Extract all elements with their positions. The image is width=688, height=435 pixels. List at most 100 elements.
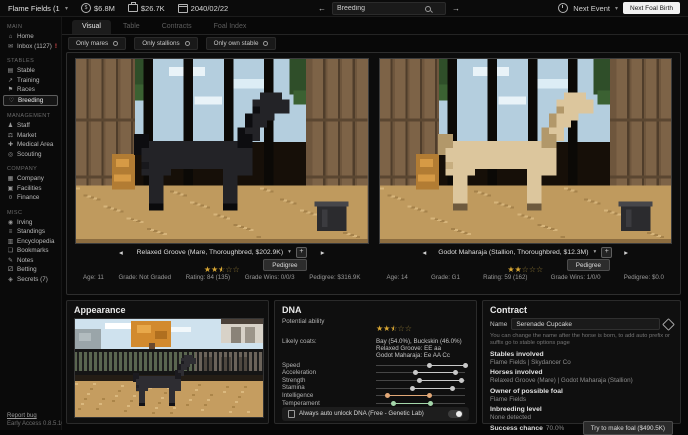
sidebar-item-label: Company [17, 175, 44, 182]
chevron-down-icon[interactable]: ▾ [615, 5, 618, 12]
foal-name-field[interactable] [511, 318, 660, 330]
randomize-name-icon[interactable] [662, 318, 675, 331]
tab-foal-index[interactable]: Foal Index [204, 20, 257, 34]
breeding-icon: ♡ [8, 97, 15, 104]
dna-slider-dot [413, 370, 418, 375]
sidebar-item-facilities[interactable]: ▣Facilities [0, 184, 61, 194]
dna-slider-dot [427, 393, 432, 398]
dna-slider-dot [427, 363, 432, 368]
horse-select-chevron[interactable]: ▾ [288, 249, 291, 255]
sidebar-item-bookmarks[interactable]: ❏Bookmarks [0, 246, 61, 256]
coin-icon: $ [81, 3, 91, 13]
horse-stats-row: Age: 14Grade: G1Rating: 59 (162)Grade Wi… [379, 274, 673, 281]
forward-icon[interactable]: → [452, 4, 460, 13]
encyclopedia-icon: ▥ [7, 238, 14, 245]
sidebar-item-label: Notes [17, 257, 33, 264]
horse-select-chevron[interactable]: ▾ [593, 249, 596, 255]
horse-stat: Age: 11 [83, 274, 104, 281]
horse-name: Relaxed Groove (Mare, Thoroughbred, $202… [137, 249, 283, 256]
sidebar: MAIN⌂Home✉Inbox (1127)!STABLES▤Stable↗Tr… [0, 17, 62, 430]
sidebar-item-notes[interactable]: ✎Notes [0, 256, 61, 266]
add-horse-button[interactable]: + [601, 247, 612, 258]
next-event-label[interactable]: Next Event [573, 4, 610, 13]
sidebar-item-scouting[interactable]: ◎Scouting [0, 150, 61, 160]
sidebar-item-races[interactable]: ⚑Races [0, 85, 61, 95]
sidebar-item-standings[interactable]: ≡Standings [0, 227, 61, 237]
sidebar-item-medical-area[interactable]: ✚Medical Area [0, 140, 61, 150]
horse-stats-row: Age: 11Grade: Not GradedRating: 84 (135)… [75, 274, 369, 281]
sidebar-item-label: Secrets (7) [17, 276, 48, 283]
toggle-switch[interactable] [448, 410, 463, 418]
filter-toggle-icon [263, 41, 268, 46]
sidebar-item-secrets-7[interactable]: ◈Secrets (7) [0, 275, 61, 285]
topbar-left: Flame Fields (1... ▾ $ $6.8M $26.7K 2040… [8, 3, 228, 13]
sidebar-item-staff[interactable]: ♟Staff [0, 121, 61, 131]
foal-name-input[interactable] [516, 321, 655, 328]
likely-coats-label: Likely coats: [282, 338, 376, 345]
stable-name[interactable]: Flame Fields (1... [8, 4, 60, 13]
potential-ability-stars: ★★☆★☆☆ [376, 318, 469, 336]
filter-chip-only-stallions[interactable]: Only stallions [134, 37, 197, 50]
scouting-icon: ◎ [7, 151, 14, 158]
contract-heading-stables-involved: Stables involved [490, 351, 673, 358]
dna-slider-label: Temperament [282, 400, 376, 407]
back-icon[interactable]: ← [318, 4, 326, 13]
stallion-card: ◂Godot Maharaja (Stallion, Thoroughbred,… [379, 58, 673, 289]
dna-slider-track [376, 361, 469, 369]
prev-horse-arrow[interactable]: ◂ [119, 248, 123, 257]
next-horse-arrow[interactable]: ▸ [321, 248, 325, 257]
dna-slider-intelligence: Intelligence [282, 392, 469, 400]
staff-icon: ♟ [7, 122, 14, 129]
sidebar-item-label: Finance [17, 194, 39, 201]
sidebar-item-training[interactable]: ↗Training [0, 76, 61, 86]
sidebar-item-encyclopedia[interactable]: ▥Encyclopedia [0, 237, 61, 247]
calendar-icon [178, 4, 188, 13]
bottom-row: Appearance DNA Potential ability ★★☆★☆☆ … [66, 300, 681, 424]
dna-title: DNA [282, 305, 469, 315]
races-icon: ⚑ [7, 86, 14, 93]
foal-name-label: Name [490, 321, 507, 328]
sidebar-item-label: Market [17, 132, 36, 139]
contract-value: None detected [490, 414, 673, 421]
report-bug-link[interactable]: Report bug [7, 413, 65, 419]
sidebar-footer: Report bug Early Access 0.8.5.10 [7, 413, 65, 427]
make-foal-button[interactable]: Try to make foal ($490.5K) [583, 421, 673, 435]
money-secondary: $26.7K [128, 4, 165, 13]
star-icon: ☆ [529, 265, 536, 274]
sidebar-item-company[interactable]: ▦Company [0, 174, 61, 184]
filter-chip-only-own-stable[interactable]: Only own stable [206, 37, 277, 50]
pedigree-button[interactable]: Pedigree [263, 259, 306, 271]
search-box[interactable] [332, 2, 446, 15]
sidebar-item-market[interactable]: ⚖Market [0, 131, 61, 141]
foal-preview-image [74, 318, 264, 418]
pedigree-button[interactable]: Pedigree [567, 259, 610, 271]
medical-icon: ✚ [7, 141, 14, 148]
horse-stat: Age: 14 [387, 274, 408, 281]
sidebar-item-home[interactable]: ⌂Home [0, 32, 61, 42]
sidebar-item-betting[interactable]: ⚂Betting [0, 265, 61, 275]
sidebar-item-irving[interactable]: ◉Irving [0, 218, 61, 228]
chevron-down-icon[interactable]: ▾ [65, 5, 68, 12]
dna-slider-dot [453, 370, 458, 375]
sidebar-item-label: Betting [17, 266, 37, 273]
filter-chip-only-mares[interactable]: Only mares [68, 37, 126, 50]
next-horse-arrow[interactable]: ▸ [624, 248, 628, 257]
standings-icon: ≡ [7, 229, 14, 235]
sidebar-item-inbox-1127[interactable]: ✉Inbox (1127)! [0, 42, 61, 52]
tab-table[interactable]: Table [113, 20, 150, 34]
tab-visual[interactable]: Visual [72, 20, 111, 34]
add-horse-button[interactable]: + [296, 247, 307, 258]
sidebar-item-breeding[interactable]: ♡Breeding [3, 95, 58, 107]
sidebar-item-finance[interactable]: ¤Finance [0, 193, 61, 203]
tab-contracts[interactable]: Contracts [152, 20, 202, 34]
date-value: 2040/02/22 [191, 4, 229, 13]
search-input[interactable] [337, 5, 421, 12]
next-foal-birth-button[interactable]: Next Foal Birth [623, 2, 680, 14]
horse-stat: Grade: Not Graded [118, 274, 171, 281]
auto-unlock-toggle[interactable]: Always auto unlock DNA (Free - Genetic L… [282, 407, 469, 421]
sidebar-item-stable[interactable]: ▤Stable [0, 66, 61, 76]
prev-horse-arrow[interactable]: ◂ [423, 248, 427, 257]
likely-coat-line: Bay (54.0%), Buckskin (46.0%) [376, 338, 469, 345]
home-icon: ⌂ [7, 34, 14, 40]
success-chance-value: 70.0% [546, 425, 564, 432]
